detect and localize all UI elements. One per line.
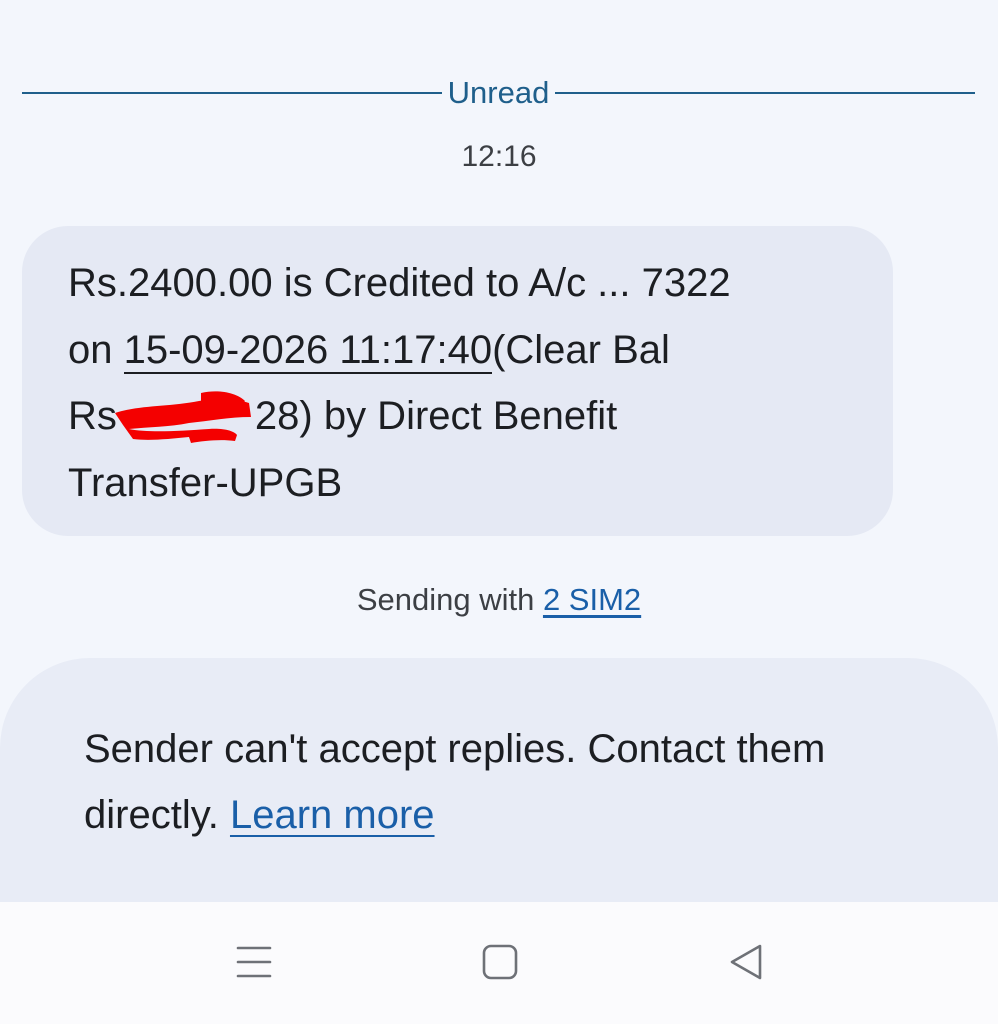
message-line-3-suffix: 28) by Direct Benefit bbox=[254, 394, 618, 438]
divider-line-right bbox=[555, 92, 975, 94]
message-bubble[interactable]: Rs.2400.00 is Credited to A/c ... 7322 o… bbox=[22, 226, 893, 536]
message-line-3: Rs 28) by Direct Benefit bbox=[68, 383, 868, 450]
back-button[interactable] bbox=[724, 940, 768, 984]
home-icon bbox=[482, 944, 518, 980]
home-button[interactable] bbox=[478, 940, 522, 984]
menu-icon bbox=[236, 946, 272, 978]
message-line-2: on 15-09-2026 11:17:40(Clear Bal bbox=[68, 317, 868, 384]
conversation-screen: Unread 12:16 Rs.2400.00 is Credited to A… bbox=[0, 0, 998, 1024]
message-line-4: Transfer-UPGB bbox=[68, 460, 343, 505]
message-line-1: Rs.2400.00 is Credited to A/c ... 7322 bbox=[68, 261, 731, 305]
recents-button[interactable] bbox=[232, 940, 276, 984]
system-nav-bar bbox=[0, 902, 998, 1024]
message-line-2-prefix: on bbox=[68, 327, 124, 372]
sending-with-sim: Sending with 2 SIM2 bbox=[0, 582, 998, 618]
divider-line-left bbox=[22, 92, 442, 94]
sim-select-link[interactable]: 2 SIM2 bbox=[543, 582, 641, 617]
sending-prefix: Sending with bbox=[356, 582, 543, 617]
date-link[interactable]: 15-09-2026 11:17:40 bbox=[123, 327, 493, 374]
notice-text: Sender can't accept replies. Contact the… bbox=[84, 716, 944, 848]
unread-divider: Unread bbox=[22, 72, 975, 114]
message-timestamp: 12:16 bbox=[461, 140, 537, 173]
message-text: Rs.2400.00 is Credited to A/c ... 7322 o… bbox=[68, 250, 868, 516]
redaction-scribble bbox=[109, 391, 259, 443]
message-line-2-suffix: (Clear Bal bbox=[492, 327, 670, 372]
notice-message: Sender can't accept replies. Contact the… bbox=[84, 727, 826, 837]
back-icon bbox=[730, 944, 762, 980]
unread-label: Unread bbox=[447, 75, 550, 110]
learn-more-link[interactable]: Learn more bbox=[230, 793, 435, 837]
